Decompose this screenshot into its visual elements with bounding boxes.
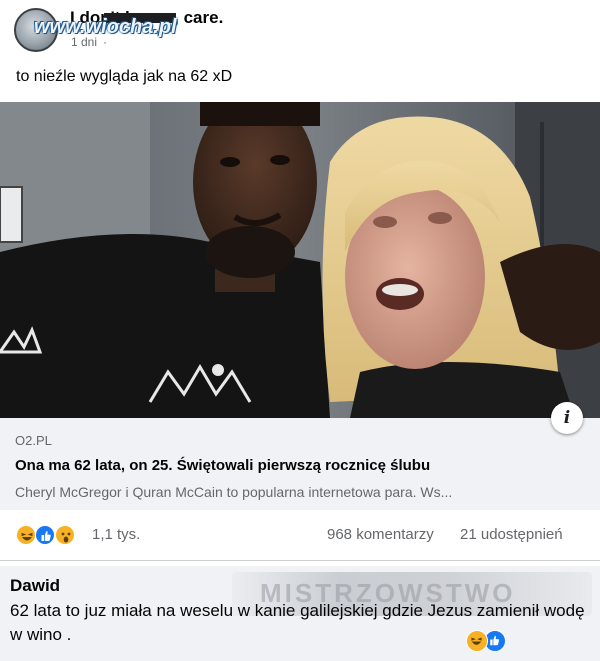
post-header: I don't kurwa, care. 1 dni· www.wiocha.p…: [0, 0, 600, 60]
link-preview-image[interactable]: [0, 102, 600, 418]
share-count[interactable]: 21 udostępnień: [460, 526, 563, 543]
wow-icon[interactable]: [55, 525, 75, 545]
haha-icon[interactable]: [16, 525, 36, 545]
reactions-bar: 1,1 tys. 968 komentarzy 21 udostępnień: [0, 518, 600, 552]
info-icon[interactable]: i: [551, 402, 583, 434]
comment-reactions[interactable]: [466, 628, 516, 654]
link-title[interactable]: Ona ma 62 lata, on 25. Świętowali pierws…: [15, 457, 430, 474]
reaction-count[interactable]: 1,1 tys.: [92, 526, 140, 543]
link-domain: O2.PL: [15, 433, 52, 448]
link-preview-card[interactable]: O2.PL Ona ma 62 lata, on 25. Świętowali …: [0, 102, 600, 510]
comment-bubble: MISTRZOWSTWO Dawid 62 lata to juz miała …: [0, 566, 600, 661]
couple-photo: [0, 102, 600, 418]
wow-face-icon: [61, 532, 71, 543]
divider: [0, 560, 600, 561]
laughing-face-icon: [21, 532, 33, 541]
haha-icon: [466, 630, 488, 652]
link-preview-body[interactable]: O2.PL Ona ma 62 lata, on 25. Świętowali …: [0, 418, 600, 510]
comment-count[interactable]: 968 komentarzy: [327, 526, 434, 543]
thumbs-up-icon: [41, 531, 51, 541]
laughing-face-icon: [471, 637, 482, 645]
like-icon[interactable]: [35, 525, 55, 545]
link-description: Cheryl McGregor i Quran McCain to popula…: [15, 484, 453, 500]
watermark: www.wiocha.pl: [34, 16, 177, 38]
comment-author[interactable]: Dawid: [10, 576, 60, 596]
post-text: to nieźle wygląda jak na 62 xD: [16, 68, 233, 85]
